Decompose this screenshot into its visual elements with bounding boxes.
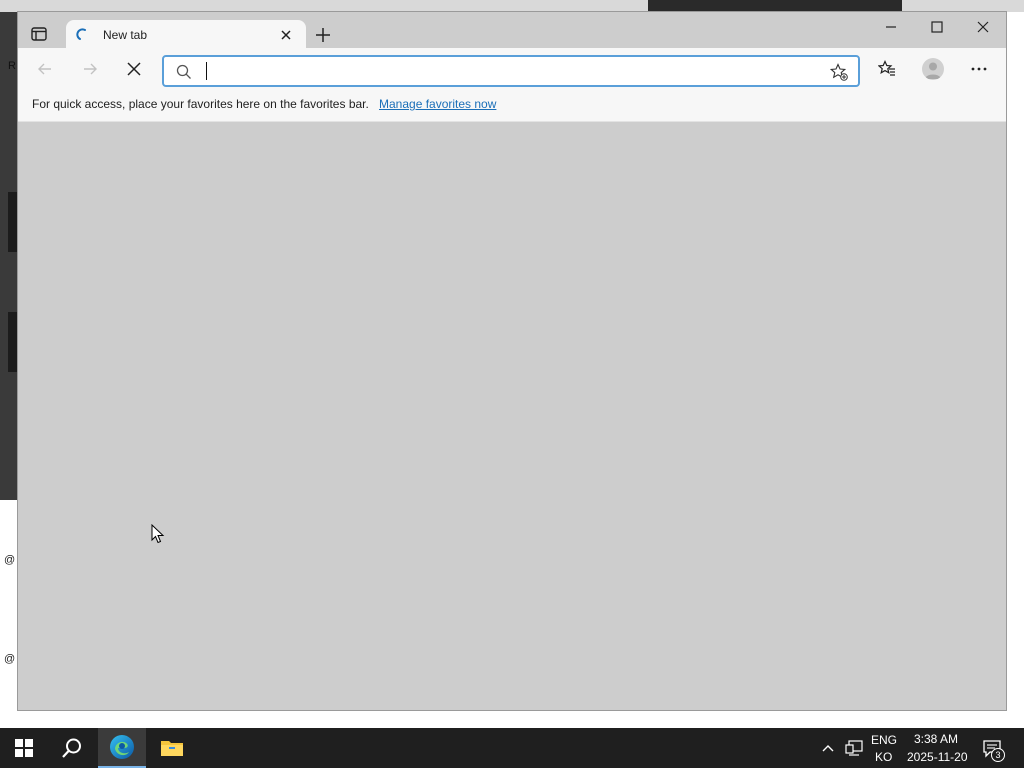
folder-icon[interactable] bbox=[148, 728, 196, 768]
browser-window: New tab For quick access, place your fav… bbox=[17, 11, 1007, 711]
add-favorite-icon[interactable] bbox=[829, 63, 848, 81]
tab-title: New tab bbox=[103, 28, 148, 42]
desktop-background-bottom bbox=[18, 710, 1006, 728]
notification-count-badge: 3 bbox=[991, 748, 1005, 762]
desktop-at-mark: @ bbox=[4, 653, 16, 665]
desktop-text-fragment: R bbox=[8, 60, 16, 72]
address-bar[interactable] bbox=[162, 55, 860, 87]
favorites-icon[interactable] bbox=[877, 60, 896, 78]
manage-favorites-link[interactable]: Manage favorites now bbox=[379, 97, 496, 111]
profile-icon[interactable] bbox=[922, 58, 944, 80]
windows-icon[interactable] bbox=[0, 728, 48, 768]
tab-actions-icon[interactable] bbox=[30, 26, 48, 42]
more-icon[interactable] bbox=[970, 60, 988, 78]
favorites-bar: For quick access, place your favorites h… bbox=[18, 88, 1006, 122]
close-icon[interactable] bbox=[279, 28, 293, 42]
minimize-icon[interactable] bbox=[882, 18, 900, 36]
desktop-background-left bbox=[0, 12, 18, 500]
close-icon[interactable] bbox=[974, 18, 992, 36]
desktop-background-right bbox=[1006, 12, 1024, 728]
title-bar: New tab bbox=[18, 12, 1006, 50]
input-language-primary[interactable]: ENG bbox=[871, 733, 897, 747]
loading-spinner-icon bbox=[76, 28, 90, 42]
search-icon bbox=[176, 64, 192, 80]
desktop-at-mark: @ bbox=[4, 554, 16, 566]
clock-date[interactable]: 2025-11-20 bbox=[907, 750, 968, 764]
stop-icon[interactable] bbox=[125, 60, 143, 78]
page-content-area[interactable] bbox=[18, 122, 1006, 710]
favorites-bar-message: For quick access, place your favorites h… bbox=[32, 97, 369, 111]
plus-icon[interactable] bbox=[314, 26, 332, 44]
mouse-cursor-icon bbox=[151, 523, 165, 544]
tab-new-tab[interactable]: New tab bbox=[66, 20, 306, 50]
forward-arrow-icon[interactable] bbox=[81, 60, 99, 78]
network-icon[interactable] bbox=[845, 740, 863, 756]
desktop-background-left-lower bbox=[0, 500, 18, 728]
taskbar: ENG KO 3:38 AM 2025-11-20 3 bbox=[0, 728, 1024, 768]
back-arrow-icon[interactable] bbox=[36, 60, 54, 78]
navigation-toolbar bbox=[18, 48, 1006, 88]
chevron-up-icon[interactable] bbox=[820, 740, 836, 756]
address-input[interactable] bbox=[204, 61, 804, 81]
input-language-secondary[interactable]: KO bbox=[875, 750, 892, 764]
text-caret bbox=[206, 62, 207, 80]
clock-time[interactable]: 3:38 AM bbox=[914, 732, 958, 746]
maximize-icon[interactable] bbox=[928, 18, 946, 36]
edge-icon[interactable] bbox=[98, 728, 146, 768]
search-icon[interactable] bbox=[48, 728, 96, 768]
